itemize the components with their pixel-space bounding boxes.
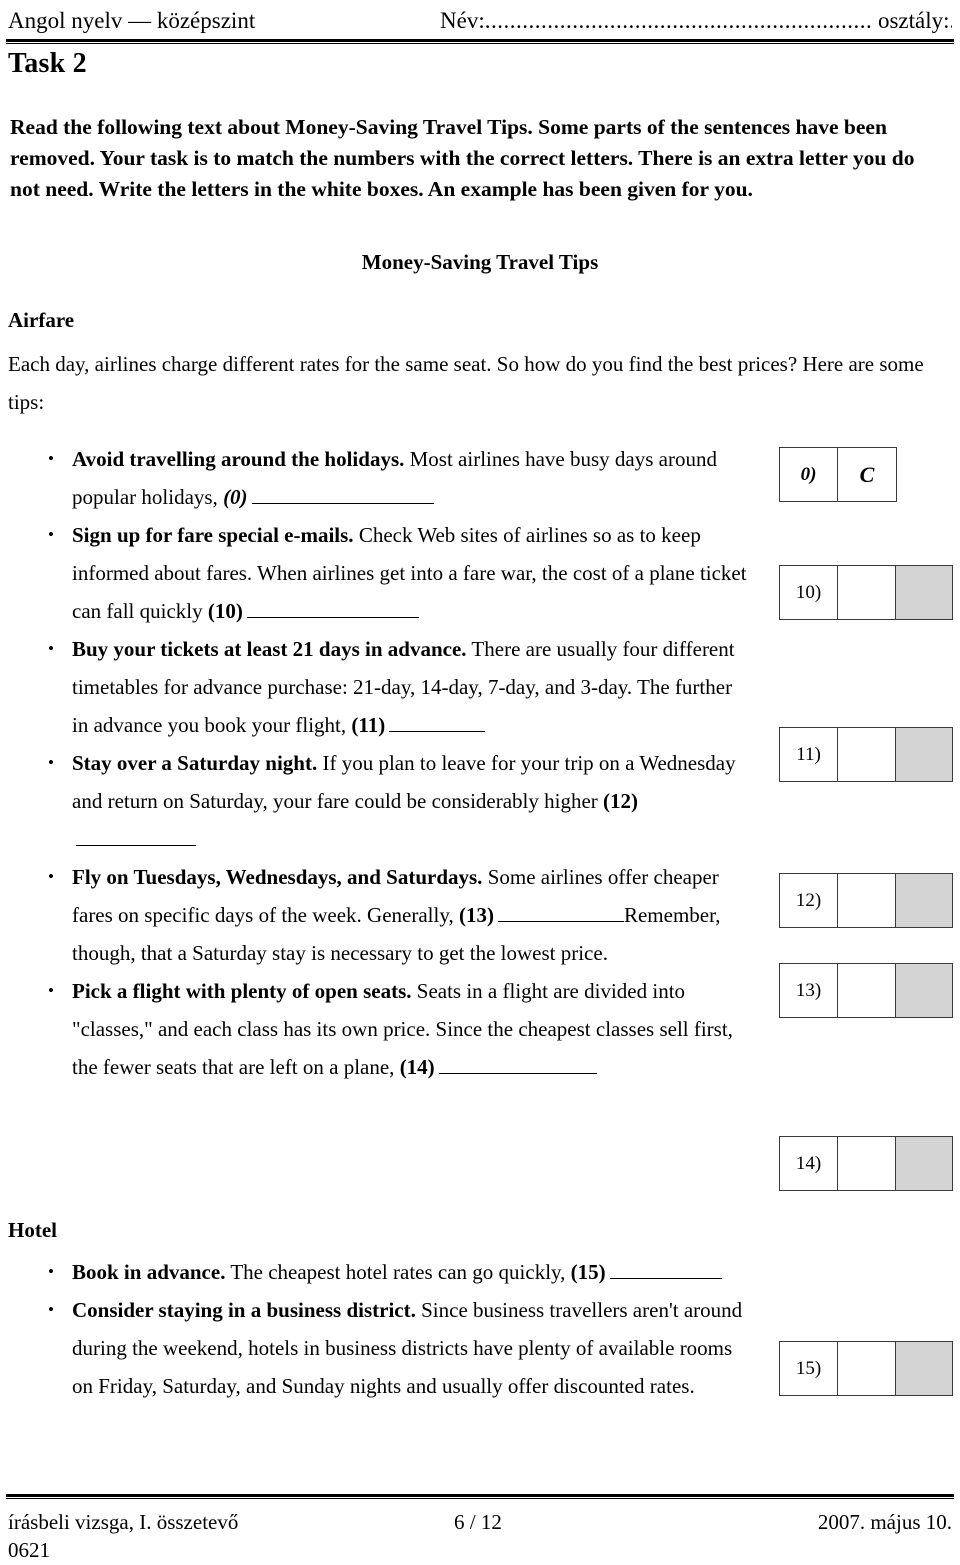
- answer-box-scoring-cell: [896, 1342, 952, 1395]
- answer-box-label: 11): [780, 728, 838, 781]
- gap-blank[interactable]: [438, 1053, 597, 1074]
- footer-page-number: 6 / 12: [454, 1510, 502, 1534]
- class-label: osztály:......: [877, 8, 952, 33]
- subject-label: Angol nyelv — középszint: [8, 8, 256, 33]
- bullet-lead: Avoid travelling around the holidays.: [72, 447, 405, 471]
- answer-box-input[interactable]: [838, 728, 896, 781]
- answer-box-input[interactable]: C: [838, 448, 896, 501]
- page-header: Angol nyelv — középszint Név:...........…: [8, 6, 952, 40]
- answer-box-15: 15): [779, 1341, 953, 1396]
- answer-box-14: 14): [779, 1136, 953, 1191]
- page-footer: írásbeli vizsga, I. összetevő 0621 6 / 1…: [8, 1508, 952, 1564]
- bullet-lead: Pick a flight with plenty of open seats.: [72, 979, 412, 1003]
- answer-box-input[interactable]: [838, 1137, 896, 1190]
- list-item: Buy your tickets at least 21 days in adv…: [44, 630, 750, 744]
- list-item: Avoid travelling around the holidays. Mo…: [44, 440, 750, 516]
- answer-box-input[interactable]: [838, 566, 896, 619]
- answer-box-example: 0) C: [779, 447, 897, 502]
- gap-blank[interactable]: [76, 825, 196, 846]
- bullet-body: The cheapest hotel rates can go quickly,: [225, 1260, 566, 1284]
- list-item: Consider staying in a business district.…: [44, 1291, 750, 1405]
- gap-number: (14): [399, 1055, 435, 1079]
- answer-box-label: 14): [780, 1137, 838, 1190]
- gap-blank[interactable]: [389, 711, 486, 732]
- section-heading-airfare: Airfare: [8, 308, 75, 332]
- gap-number: (15): [570, 1260, 606, 1284]
- answer-box-scoring-cell: [896, 728, 952, 781]
- answer-box-13: 13): [779, 963, 953, 1018]
- answer-box-label-text: 15): [795, 1357, 822, 1379]
- answer-box-scoring-cell: [896, 964, 952, 1017]
- answer-box-label-text: 13): [795, 979, 822, 1001]
- gap-number: (11): [351, 713, 386, 737]
- answer-box-label-text: 12): [795, 889, 822, 911]
- gap-number: (12): [603, 789, 639, 813]
- student-info-line: Név:....................................…: [440, 6, 952, 36]
- answer-box-input[interactable]: [838, 874, 896, 927]
- footer-divider: [6, 1494, 954, 1499]
- list-item: Fly on Tuesdays, Wednesdays, and Saturda…: [44, 858, 750, 972]
- answer-box-label-text: 14): [795, 1152, 822, 1174]
- list-item: Pick a flight with plenty of open seats.…: [44, 972, 750, 1086]
- gap-number: (13): [458, 903, 494, 927]
- gap-blank[interactable]: [497, 901, 624, 922]
- answer-box-label: 15): [780, 1342, 838, 1395]
- gap-number: (0): [223, 485, 248, 509]
- answer-box-label-text: 0): [800, 463, 817, 485]
- bullet-lead: Book in advance.: [72, 1260, 226, 1284]
- answer-box-input[interactable]: [838, 964, 896, 1017]
- header-divider: [6, 39, 954, 44]
- name-label: Név:: [440, 8, 485, 33]
- passage-title: Money-Saving Travel Tips: [361, 250, 599, 274]
- list-item: Sign up for fare special e-mails. Check …: [44, 516, 750, 630]
- answer-letter: C: [859, 461, 875, 487]
- task-title: Task 2: [8, 48, 87, 79]
- bullet-lead: Consider staying in a business district.: [72, 1298, 416, 1322]
- answer-box-scoring-cell: [896, 874, 952, 927]
- exam-page: Angol nyelv — középszint Név:...........…: [0, 0, 960, 1565]
- answer-box-label: 0): [780, 448, 838, 501]
- gap-blank[interactable]: [609, 1258, 722, 1279]
- airfare-bullet-list: Avoid travelling around the holidays. Mo…: [44, 440, 750, 1086]
- answer-box-label: 12): [780, 874, 838, 927]
- bullet-lead: Buy your tickets at least 21 days in adv…: [72, 637, 467, 661]
- answer-box-10: 10): [779, 565, 953, 620]
- answer-box-11: 11): [779, 727, 953, 782]
- answer-box-12: 12): [779, 873, 953, 928]
- bullet-lead: Stay over a Saturday night.: [72, 751, 318, 775]
- answer-box-label-text: 10): [795, 581, 822, 603]
- list-item: Book in advance. The cheapest hotel rate…: [44, 1253, 750, 1291]
- answer-box-label: 10): [780, 566, 838, 619]
- answer-box-scoring-cell: [896, 1137, 952, 1190]
- answer-box-input[interactable]: [838, 1342, 896, 1395]
- task-instructions: Read the following text about Money-Savi…: [10, 115, 915, 201]
- footer-exam-part: írásbeli vizsga, I. összetevő: [8, 1510, 239, 1534]
- list-item: Stay over a Saturday night. If you plan …: [44, 744, 750, 858]
- section-intro-airfare: Each day, airlines charge different rate…: [8, 352, 924, 414]
- gap-blank[interactable]: [251, 483, 434, 504]
- bullet-lead: Fly on Tuesdays, Wednesdays, and Saturda…: [72, 865, 483, 889]
- bullet-lead: Sign up for fare special e-mails.: [72, 523, 354, 547]
- section-heading-hotel: Hotel: [8, 1218, 57, 1242]
- answer-box-label-text: 11): [796, 743, 821, 765]
- footer-exam-code: 0621: [8, 1538, 50, 1562]
- footer-date: 2007. május 10.: [817, 1510, 952, 1534]
- answer-box-scoring-cell: [896, 566, 952, 619]
- gap-blank[interactable]: [246, 597, 419, 618]
- answer-box-label: 13): [780, 964, 838, 1017]
- gap-number: (10): [207, 599, 243, 623]
- hotel-bullet-list: Book in advance. The cheapest hotel rate…: [44, 1253, 750, 1405]
- name-dotted-line: ........................................…: [484, 8, 873, 33]
